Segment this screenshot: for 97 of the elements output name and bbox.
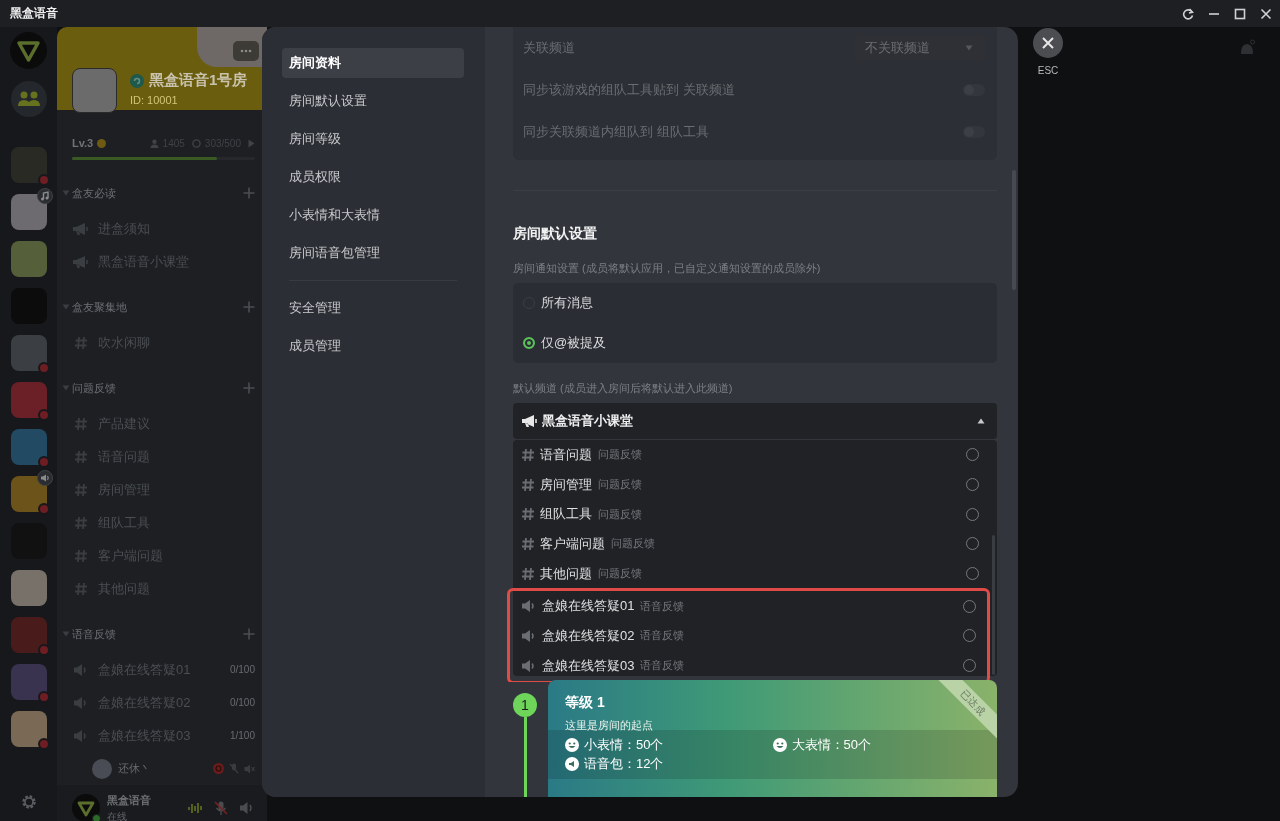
game-icon[interactable] xyxy=(10,194,47,230)
channel-select[interactable]: 黑盒语音小课堂 xyxy=(513,403,997,439)
close-icon xyxy=(1041,36,1055,50)
option-label: 仅@被提及 xyxy=(541,334,607,352)
coin-icon xyxy=(97,138,107,148)
settings-nav-item[interactable]: 小表情和大表情 xyxy=(282,200,464,230)
more-button[interactable] xyxy=(233,41,259,61)
game-icon[interactable] xyxy=(10,617,47,653)
smiley-icon xyxy=(565,738,579,752)
settings-nav-item[interactable]: 安全管理 xyxy=(282,293,464,323)
setting-label: 关联频道 xyxy=(523,39,575,57)
speaker-icon xyxy=(521,628,537,643)
user-avatar xyxy=(92,758,112,779)
settings-icon[interactable] xyxy=(19,793,38,811)
room-id: ID: 10001 xyxy=(130,94,179,106)
plus-icon[interactable] xyxy=(243,301,255,313)
speaker-icon xyxy=(521,658,537,673)
settings-nav-item[interactable]: 房间等级 xyxy=(282,124,464,154)
hash-icon xyxy=(521,566,535,581)
person-icon xyxy=(149,138,159,148)
member-name: 还休丶 xyxy=(118,761,152,776)
hash-icon xyxy=(72,548,90,563)
room-name: 黑盒语音1号房 xyxy=(149,71,248,90)
game-icon[interactable] xyxy=(10,429,47,465)
level-description: 这里是房间的起点 xyxy=(565,718,653,733)
logo-icon[interactable] xyxy=(10,32,47,69)
play-icon xyxy=(248,138,255,148)
hash-icon xyxy=(72,335,90,350)
room-avatar xyxy=(72,68,117,113)
channel-option[interactable]: 客户端问题 问题反馈 xyxy=(513,529,997,559)
esc-label: ESC xyxy=(1037,65,1059,76)
hash-icon xyxy=(521,447,535,462)
settings-nav-item[interactable]: 成员管理 xyxy=(282,331,464,361)
channel-option[interactable]: 房间管理 问题反馈 xyxy=(513,469,997,500)
channel-option[interactable]: 盒娘在线答疑03 语音反馈 xyxy=(510,650,987,681)
game-icon[interactable] xyxy=(10,241,47,277)
game-icon[interactable] xyxy=(10,382,47,418)
notification-icon[interactable] xyxy=(1238,39,1256,57)
close-button[interactable] xyxy=(1033,28,1063,58)
hash-icon xyxy=(72,482,90,497)
field-label: 房间通知设置 (成员将默认应用，已自定义通知设置的成员除外) xyxy=(513,261,822,276)
game-icon[interactable] xyxy=(10,664,47,700)
perk-label: 大表情：50个 xyxy=(791,737,871,753)
field-label: 默认频道 (成员进入房间后将默认进入此频道) xyxy=(513,381,734,396)
channel-option[interactable]: 盒娘在线答疑02 语音反馈 xyxy=(510,621,987,651)
plus-icon[interactable] xyxy=(243,187,255,199)
settings-nav-item[interactable]: 房间资料 xyxy=(282,48,464,78)
friends-icon[interactable] xyxy=(10,81,47,117)
channel-option[interactable]: 语音问题 问题反馈 xyxy=(513,440,997,470)
settings-nav-item[interactable]: 房间默认设置 xyxy=(282,86,464,116)
channel-option[interactable]: 组队工具 问题反馈 xyxy=(513,499,997,530)
user-avatar xyxy=(72,794,100,821)
speaker-icon xyxy=(521,599,537,614)
speaker-icon[interactable] xyxy=(239,800,255,816)
verified-icon xyxy=(130,73,144,88)
settings-nav-item[interactable]: 成员权限 xyxy=(282,162,464,192)
level-node: 1 xyxy=(513,693,537,717)
room-level: Lv.3 xyxy=(72,137,94,149)
option-label: 所有消息 xyxy=(541,294,593,312)
hash-icon xyxy=(521,536,535,551)
hash-icon xyxy=(72,515,90,530)
caret-icon xyxy=(965,45,973,51)
hash-icon xyxy=(521,477,535,492)
megaphone-icon xyxy=(521,414,539,428)
hash-icon xyxy=(521,507,535,522)
sound-wave-icon[interactable] xyxy=(187,800,203,816)
channel-option[interactable]: 盒娘在线答疑01 语音反馈 xyxy=(510,591,987,622)
game-icon[interactable] xyxy=(10,711,47,747)
radio-button[interactable] xyxy=(523,337,535,349)
voice-pack-icon xyxy=(565,757,579,771)
section-heading: 房间默认设置 xyxy=(513,224,598,243)
online-icon xyxy=(191,138,201,148)
user-name: 黑盒语音 xyxy=(107,792,152,808)
channel-option[interactable]: 其他问题 问题反馈 xyxy=(513,558,997,589)
smiley-icon xyxy=(772,738,787,752)
game-icon[interactable] xyxy=(10,476,47,512)
level-title: 等级 1 xyxy=(565,694,605,712)
maximize-icon[interactable] xyxy=(1234,7,1246,20)
plus-icon[interactable] xyxy=(243,628,255,640)
more-icon xyxy=(240,49,252,53)
game-icon[interactable] xyxy=(10,335,47,371)
window-title: 黑盒语音 xyxy=(10,5,58,22)
megaphone-icon xyxy=(72,221,90,236)
perk-label: 小表情：50个 xyxy=(584,737,664,753)
refresh-icon[interactable] xyxy=(1182,7,1194,20)
game-icon[interactable] xyxy=(10,570,47,606)
perk-label: 语音包：12个 xyxy=(584,756,664,772)
mic-muted-icon[interactable] xyxy=(213,800,229,816)
hash-icon xyxy=(72,449,90,464)
megaphone-icon xyxy=(72,254,90,269)
hash-icon xyxy=(72,581,90,596)
game-icon[interactable] xyxy=(10,147,47,183)
hash-icon xyxy=(72,416,90,431)
user-status: 在线 xyxy=(107,809,128,821)
plus-icon[interactable] xyxy=(243,382,255,394)
settings-nav-item[interactable]: 房间语音包管理 xyxy=(282,238,464,268)
close-icon[interactable] xyxy=(1260,7,1272,20)
